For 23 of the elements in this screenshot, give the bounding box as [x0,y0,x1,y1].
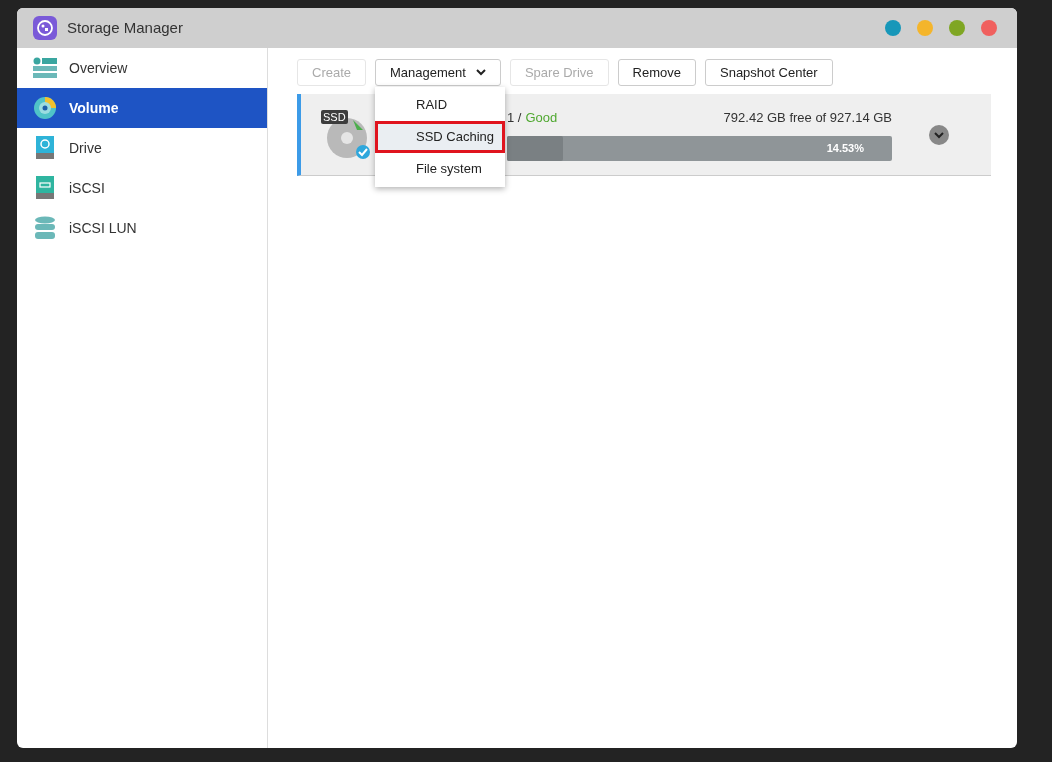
app-logo-icon [33,16,57,40]
drive-icon [35,176,55,200]
capacity-text: 792.42 GB free of 927.14 GB [723,109,892,128]
sidebar-item[interactable]: iSCSI [17,168,267,208]
sidebar-item[interactable]: Drive [17,128,267,168]
drive-icon [35,136,55,160]
chevron-down-icon[interactable] [929,125,949,145]
status-text: Good [525,109,558,128]
database-icon [34,216,56,240]
sidebar-item[interactable]: Overview [17,48,267,88]
sidebar-item[interactable]: Volume [17,88,267,128]
ssd-badge: SSD [321,109,348,124]
toolbar-button[interactable]: Snapshot Center [705,59,833,86]
disc-icon [33,96,57,120]
usage-percent: 14.53% [826,141,864,156]
list-icon [33,57,57,79]
menu-item[interactable]: SSD Caching [375,121,505,153]
toolbar-button[interactable]: Remove [617,59,696,86]
toolbar-button[interactable]: Management [375,59,501,86]
sidebar-item[interactable]: iSCSI LUN [17,208,267,248]
chevron-down-icon [475,69,486,76]
volume-label: 1 / [507,109,522,128]
window-title: Storage Manager [67,17,183,38]
